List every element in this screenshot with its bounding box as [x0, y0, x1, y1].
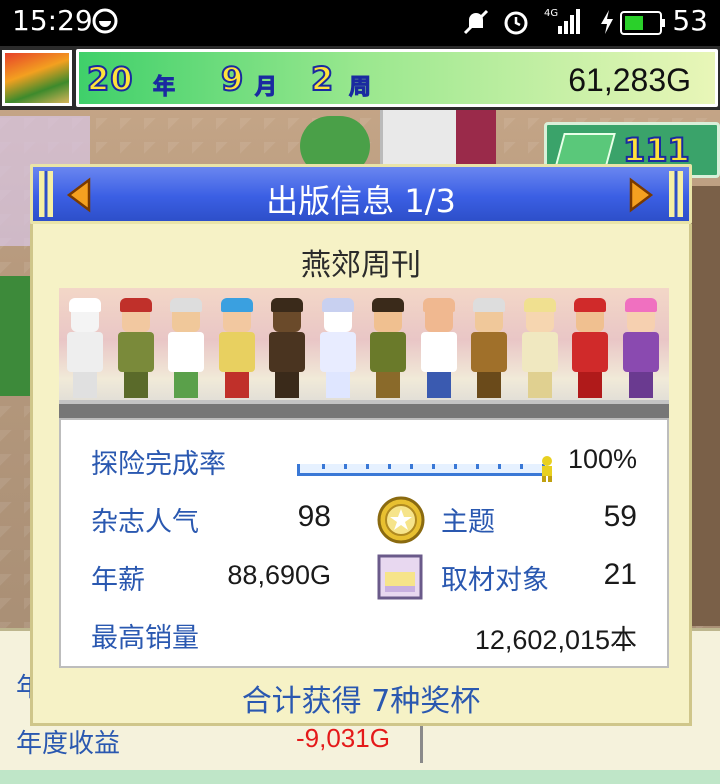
stats-table: 探险完成率 100% 杂志人气 98 主题 59 年薪 88,690G 取材对象… [59, 418, 669, 668]
game-hud: 20 年 9 月 2 周 61,283G [0, 46, 720, 110]
dialog-body: 燕郊周刊 探险完成率 100% 杂志人气 98 主题 59 年薪 88,690G… [30, 224, 692, 726]
progress-tick [410, 464, 413, 469]
character-red-bow-girl [114, 298, 158, 398]
progress-tick [476, 464, 479, 469]
character-blonde-lady [518, 298, 562, 398]
exploration-progress-bar [297, 464, 545, 476]
salary-label: 年薪 [91, 565, 145, 596]
progress-tick [366, 464, 369, 469]
exploration-progress-fill [300, 464, 542, 473]
charging-icon [598, 8, 616, 40]
photo-album-icon [377, 554, 423, 600]
status-bar: 15:29 4G 53 [0, 0, 720, 46]
dialog-header: 出版信息 1/3 [30, 164, 692, 224]
app-notification-icon [92, 8, 118, 38]
salary-value: 88,690G [227, 560, 331, 590]
year-unit: 年 [152, 75, 176, 101]
character-pink-girl [619, 298, 663, 398]
popularity-value: 98 [297, 500, 331, 533]
character-blue-hat-girl [215, 298, 259, 398]
character-polar-bear [63, 298, 107, 398]
month-unit: 月 [254, 75, 278, 101]
medal-icon [377, 496, 425, 544]
popularity-label: 杂志人气 [91, 507, 199, 538]
character-red-ninja [568, 298, 612, 398]
trophy-summary: 合计获得 7种奖杯 [241, 684, 481, 719]
best-sales-label: 最高销量 [91, 623, 199, 654]
next-page-button[interactable] [627, 177, 655, 213]
annual-revenue-label: 年度收益 [16, 729, 121, 759]
magazine-name: 燕郊周刊 [301, 248, 421, 283]
company-logo-icon[interactable] [2, 50, 72, 106]
bottom-strip [0, 770, 720, 784]
arrow-right-icon [629, 177, 654, 213]
progress-tick [388, 464, 391, 469]
explorer-figure-icon [542, 456, 552, 482]
publication-info-dialog: 出版信息 1/3 燕郊周刊 探险完成率 100% 杂志人气 98 主题 59 年… [30, 164, 692, 726]
character-monkey [265, 298, 309, 398]
exploration-label: 探险完成率 [91, 449, 226, 480]
staff-portrait-banner [59, 288, 669, 418]
progress-tick [322, 464, 325, 469]
progress-tick [432, 464, 435, 469]
character-ghost-lady [316, 298, 360, 398]
annual-revenue-value: -9,031G [296, 723, 390, 753]
character-old-man-brown [467, 298, 511, 398]
signal-icon: 4G [544, 6, 584, 40]
character-explorer [366, 298, 410, 398]
money-display: 61,283G [568, 62, 691, 98]
progress-tick [344, 464, 347, 469]
character-old-man-green [164, 298, 208, 398]
character-bald-man [417, 298, 461, 398]
date-money-bar: 20 年 9 月 2 周 61,283G [76, 49, 718, 107]
banner-floor [59, 400, 669, 418]
network-type-text: 4G [544, 8, 558, 19]
battery-icon [620, 11, 666, 39]
theme-label: 主题 [441, 507, 495, 538]
month-number: 9 [220, 59, 245, 99]
bg-right-wall [690, 186, 720, 626]
progress-tick [454, 464, 457, 469]
status-time: 15:29 [12, 4, 93, 37]
theme-value: 59 [603, 500, 637, 533]
battery-level: 53 [672, 4, 708, 37]
progress-tick [520, 464, 523, 469]
progress-tick [498, 464, 501, 469]
alarm-icon [502, 8, 530, 40]
dialog-title: 出版信息 1/3 [266, 182, 456, 220]
exploration-value: 100% [567, 444, 637, 474]
best-sales-value: 12,602,015本 [474, 625, 637, 655]
mute-icon [462, 8, 490, 40]
subject-label: 取材对象 [441, 565, 549, 596]
year-number: 20 [86, 59, 134, 99]
subject-value: 21 [603, 558, 637, 591]
week-number: 2 [310, 59, 335, 99]
week-unit: 周 [348, 75, 372, 101]
